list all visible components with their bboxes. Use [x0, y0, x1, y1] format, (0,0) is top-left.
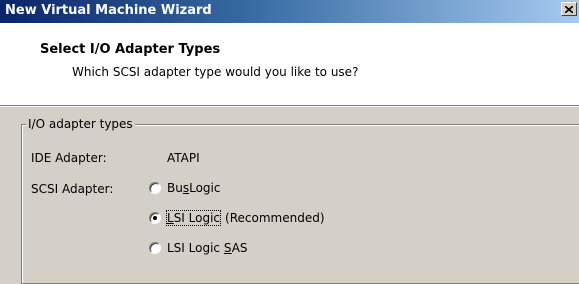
io-adapter-types-group [21, 124, 579, 284]
scsi-adapter-label: SCSI Adapter: [31, 182, 114, 196]
group-legend: I/O adapter types [26, 117, 135, 131]
option-label-buslogic[interactable]: BusLogic [167, 181, 220, 195]
scsi-option-buslogic[interactable]: BusLogic [149, 181, 220, 195]
ide-adapter-label: IDE Adapter: [31, 151, 107, 165]
close-button[interactable] [561, 2, 577, 16]
scsi-option-lsi-logic[interactable]: LSI Logic (Recommended) [149, 210, 325, 226]
wizard-header: Select I/O Adapter Types Which SCSI adap… [0, 23, 579, 105]
radio-lsi-logic[interactable] [149, 212, 161, 224]
title-bar: New Virtual Machine Wizard [0, 0, 579, 23]
recommended-note: (Recommended) [225, 211, 325, 225]
close-icon [565, 5, 573, 13]
page-subheading: Which SCSI adapter type would you like t… [72, 65, 359, 79]
radio-buslogic[interactable] [149, 182, 161, 194]
header-divider-highlight [0, 106, 579, 107]
option-label-lsi-logic-sas[interactable]: LSI Logic SAS [167, 241, 248, 255]
window-title: New Virtual Machine Wizard [5, 3, 212, 18]
radio-lsi-logic-sas[interactable] [149, 242, 161, 254]
ide-adapter-value: ATAPI [167, 151, 200, 165]
option-label-lsi-logic[interactable]: LSI Logic [165, 210, 222, 226]
scsi-option-lsi-logic-sas[interactable]: LSI Logic SAS [149, 241, 248, 255]
page-heading: Select I/O Adapter Types [40, 42, 221, 57]
